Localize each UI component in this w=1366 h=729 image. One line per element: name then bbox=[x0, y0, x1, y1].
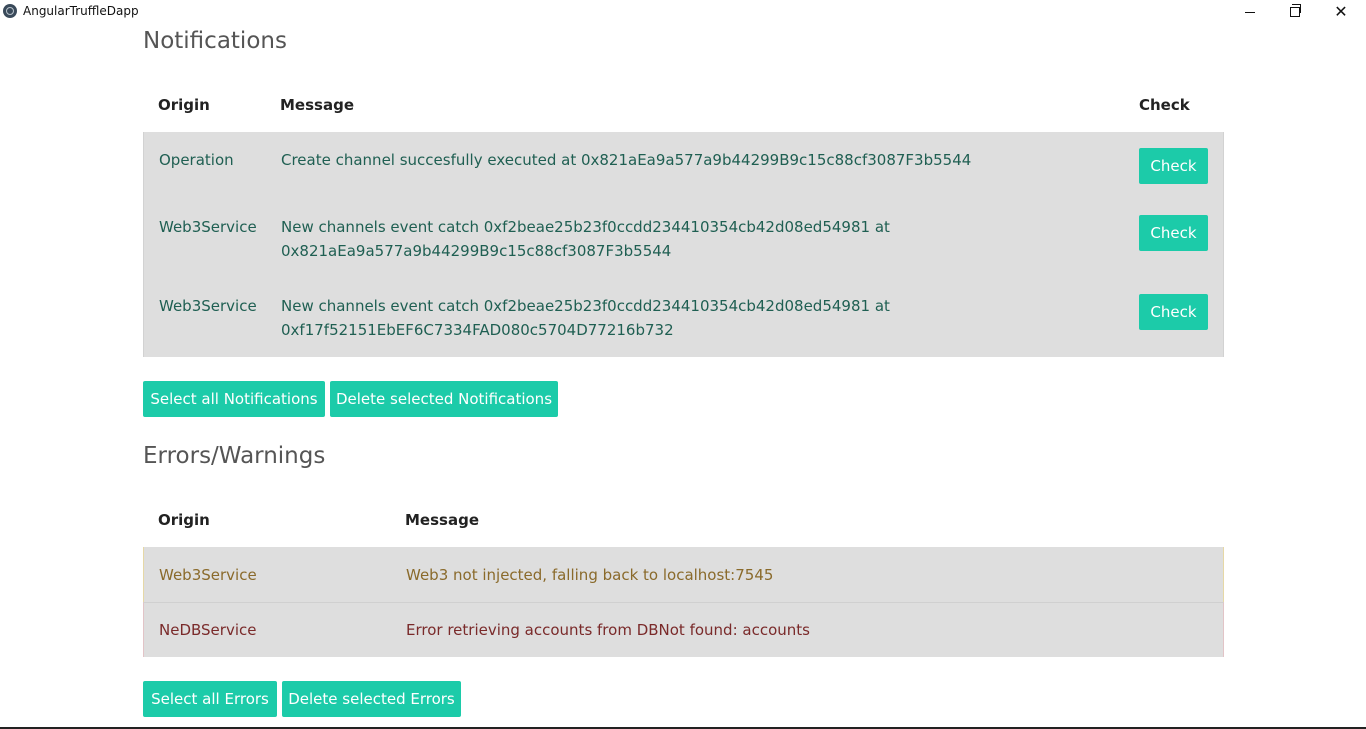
table-row[interactable]: Operation Create channel succesfully exe… bbox=[143, 132, 1224, 198]
minimize-icon[interactable] bbox=[1227, 0, 1273, 24]
notifications-table-header: Origin Message Check bbox=[143, 76, 1224, 132]
table-row-error[interactable]: NeDBService Error retrieving accounts fr… bbox=[143, 602, 1224, 657]
close-icon[interactable]: ✕ bbox=[1318, 0, 1364, 24]
row-origin: Web3Service bbox=[159, 218, 257, 236]
row-origin: Operation bbox=[159, 151, 234, 169]
delete-selected-notifications-button[interactable]: Delete selected Notifications bbox=[330, 381, 558, 417]
row-origin: NeDBService bbox=[159, 621, 257, 639]
select-all-errors-button[interactable]: Select all Errors bbox=[143, 681, 277, 717]
table-row-warning[interactable]: Web3Service Web3 not injected, falling b… bbox=[143, 547, 1224, 602]
check-button[interactable]: Check bbox=[1139, 294, 1208, 330]
notifications-table: Origin Message Check Operation Create ch… bbox=[143, 76, 1224, 357]
row-message-line1: New channels event catch 0xf2beae25b23f0… bbox=[281, 297, 890, 315]
row-message: Create channel succesfully executed at 0… bbox=[281, 151, 972, 169]
errors-table-header: Origin Message bbox=[143, 491, 1224, 547]
notifications-title: Notifications bbox=[143, 28, 287, 54]
select-all-notifications-button[interactable]: Select all Notifications bbox=[143, 381, 325, 417]
header-message: Message bbox=[280, 96, 354, 114]
check-button[interactable]: Check bbox=[1139, 215, 1208, 251]
row-origin: Web3Service bbox=[159, 566, 257, 584]
row-message-line1: New channels event catch 0xf2beae25b23f0… bbox=[281, 218, 890, 236]
errors-table: Origin Message Web3Service Web3 not inje… bbox=[143, 491, 1224, 657]
app-logo-icon bbox=[3, 4, 17, 18]
check-button[interactable]: Check bbox=[1139, 148, 1208, 184]
header-origin: Origin bbox=[158, 96, 210, 114]
delete-selected-errors-button[interactable]: Delete selected Errors bbox=[282, 681, 461, 717]
row-message: Web3 not injected, falling back to local… bbox=[406, 566, 774, 584]
restore-icon[interactable] bbox=[1272, 0, 1318, 24]
close-glyph: ✕ bbox=[1334, 2, 1348, 21]
table-row[interactable]: Web3Service New channels event catch 0xf… bbox=[143, 278, 1224, 357]
table-row[interactable]: Web3Service New channels event catch 0xf… bbox=[143, 198, 1224, 278]
row-origin: Web3Service bbox=[159, 297, 257, 315]
window-title: AngularTruffleDapp bbox=[23, 4, 139, 18]
window-titlebar: AngularTruffleDapp ✕ bbox=[0, 0, 1366, 24]
row-message-line2: 0xf17f52151EbEF6C7334FAD080c5704D77216b7… bbox=[281, 321, 674, 339]
row-message: Error retrieving accounts from DBNot fou… bbox=[406, 621, 810, 639]
header-message: Message bbox=[405, 511, 479, 529]
header-origin: Origin bbox=[158, 511, 210, 529]
errors-title: Errors/Warnings bbox=[143, 443, 326, 469]
row-message-line2: 0x821aEa9a577a9b44299B9c15c88cf3087F3b55… bbox=[281, 242, 672, 260]
header-check: Check bbox=[1139, 96, 1190, 114]
